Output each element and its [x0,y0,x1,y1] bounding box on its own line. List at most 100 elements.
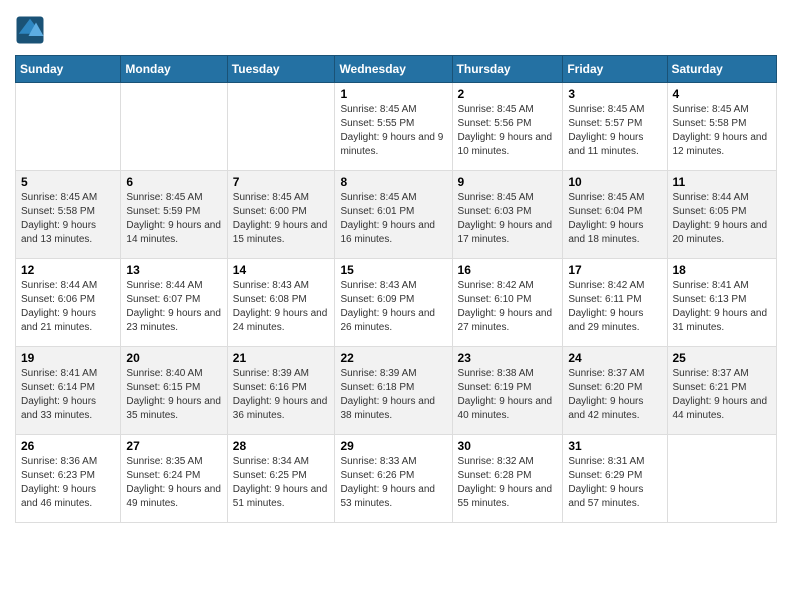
day-info: Sunrise: 8:42 AM Sunset: 6:10 PM Dayligh… [458,279,558,335]
day-info: Sunrise: 8:45 AM Sunset: 5:55 PM Dayligh… [340,103,446,159]
weekday-header-cell: Thursday [452,56,563,83]
calendar-cell [121,83,227,171]
day-info: Sunrise: 8:32 AM Sunset: 6:28 PM Dayligh… [458,455,558,511]
day-info: Sunrise: 8:36 AM Sunset: 6:23 PM Dayligh… [21,455,115,511]
weekday-header-cell: Monday [121,56,227,83]
day-number: 8 [340,175,446,189]
calendar-cell: 24Sunrise: 8:37 AM Sunset: 6:20 PM Dayli… [563,347,667,435]
calendar-cell: 28 Sunrise: 8:34 AM Sunset: 6:25 PM Dayli… [227,435,335,523]
calendar-cell: 6 Sunrise: 8:45 AM Sunset: 5:59 PM Daylig… [121,171,227,259]
calendar-cell: 11Sunrise: 8:44 AM Sunset: 6:05 PM Dayli… [667,171,777,259]
calendar-cell: 16 Sunrise: 8:42 AM Sunset: 6:10 PM Dayli… [452,259,563,347]
day-info: Sunrise: 8:44 AM Sunset: 6:05 PM Dayligh… [673,191,772,247]
header [15,15,777,45]
calendar-cell: 4 Sunrise: 8:45 AM Sunset: 5:58 PM Daylig… [667,83,777,171]
calendar-table: SundayMondayTuesdayWednesdayThursdayFrid… [15,55,777,523]
calendar-cell: 5 Sunrise: 8:45 AM Sunset: 5:58 PM Daylig… [16,171,121,259]
day-info: Sunrise: 8:39 AM Sunset: 6:18 PM Dayligh… [340,367,446,423]
day-info: Sunrise: 8:41 AM Sunset: 6:13 PM Dayligh… [673,279,772,335]
day-number: 2 [458,87,558,101]
day-info: Sunrise: 8:40 AM Sunset: 6:15 PM Dayligh… [126,367,221,423]
calendar-cell: 13 Sunrise: 8:44 AM Sunset: 6:07 PM Dayli… [121,259,227,347]
day-number: 20 [126,351,221,365]
calendar-cell: 26 Sunrise: 8:36 AM Sunset: 6:23 PM Dayli… [16,435,121,523]
calendar-cell: 21Sunrise: 8:39 AM Sunset: 6:16 PM Dayli… [227,347,335,435]
day-number: 15 [340,263,446,277]
day-info: Sunrise: 8:45 AM Sunset: 6:04 PM Dayligh… [568,191,661,247]
day-info: Sunrise: 8:31 AM Sunset: 6:29 PM Dayligh… [568,455,661,511]
calendar-week-row: 26 Sunrise: 8:36 AM Sunset: 6:23 PM Dayli… [16,435,777,523]
calendar-cell: 25 Sunrise: 8:37 AM Sunset: 6:21 PM Dayli… [667,347,777,435]
day-info: Sunrise: 8:44 AM Sunset: 6:07 PM Dayligh… [126,279,221,335]
day-number: 12 [21,263,115,277]
day-info: Sunrise: 8:45 AM Sunset: 6:01 PM Dayligh… [340,191,446,247]
day-info: Sunrise: 8:43 AM Sunset: 6:09 PM Dayligh… [340,279,446,335]
calendar-cell [227,83,335,171]
day-number: 13 [126,263,221,277]
calendar-cell: 27Sunrise: 8:35 AM Sunset: 6:24 PM Dayli… [121,435,227,523]
day-info: Sunrise: 8:45 AM Sunset: 5:57 PM Dayligh… [568,103,661,159]
day-number: 1 [340,87,446,101]
day-number: 29 [340,439,446,453]
logo [15,15,49,45]
day-info: Sunrise: 8:45 AM Sunset: 6:03 PM Dayligh… [458,191,558,247]
day-number: 27 [126,439,221,453]
weekday-header-cell: Wednesday [335,56,452,83]
weekday-header-row: SundayMondayTuesdayWednesdayThursdayFrid… [16,56,777,83]
calendar-week-row: 5 Sunrise: 8:45 AM Sunset: 5:58 PM Daylig… [16,171,777,259]
day-number: 19 [21,351,115,365]
calendar-cell: 3 Sunrise: 8:45 AM Sunset: 5:57 PM Daylig… [563,83,667,171]
day-info: Sunrise: 8:38 AM Sunset: 6:19 PM Dayligh… [458,367,558,423]
calendar-cell: 8 Sunrise: 8:45 AM Sunset: 6:01 PM Daylig… [335,171,452,259]
day-info: Sunrise: 8:44 AM Sunset: 6:06 PM Dayligh… [21,279,115,335]
calendar-cell: 17 Sunrise: 8:42 AM Sunset: 6:11 PM Dayli… [563,259,667,347]
weekday-header-cell: Saturday [667,56,777,83]
day-info: Sunrise: 8:45 AM Sunset: 6:00 PM Dayligh… [233,191,330,247]
day-info: Sunrise: 8:45 AM Sunset: 5:58 PM Dayligh… [673,103,772,159]
weekday-header-cell: Tuesday [227,56,335,83]
day-info: Sunrise: 8:42 AM Sunset: 6:11 PM Dayligh… [568,279,661,335]
calendar-week-row: 19Sunrise: 8:41 AM Sunset: 6:14 PM Dayli… [16,347,777,435]
calendar-cell: 18Sunrise: 8:41 AM Sunset: 6:13 PM Dayli… [667,259,777,347]
day-number: 23 [458,351,558,365]
day-number: 31 [568,439,661,453]
calendar-cell: 1 Sunrise: 8:45 AM Sunset: 5:55 PM Daylig… [335,83,452,171]
day-number: 5 [21,175,115,189]
day-info: Sunrise: 8:43 AM Sunset: 6:08 PM Dayligh… [233,279,330,335]
calendar-week-row: 12 Sunrise: 8:44 AM Sunset: 6:06 PM Dayli… [16,259,777,347]
calendar-cell: 10 Sunrise: 8:45 AM Sunset: 6:04 PM Dayli… [563,171,667,259]
calendar-cell: 23 Sunrise: 8:38 AM Sunset: 6:19 PM Dayli… [452,347,563,435]
day-info: Sunrise: 8:45 AM Sunset: 5:59 PM Dayligh… [126,191,221,247]
day-number: 14 [233,263,330,277]
day-info: Sunrise: 8:33 AM Sunset: 6:26 PM Dayligh… [340,455,446,511]
day-info: Sunrise: 8:37 AM Sunset: 6:20 PM Dayligh… [568,367,661,423]
day-info: Sunrise: 8:45 AM Sunset: 5:58 PM Dayligh… [21,191,115,247]
page-container: SundayMondayTuesdayWednesdayThursdayFrid… [0,0,792,533]
weekday-header-cell: Friday [563,56,667,83]
day-number: 3 [568,87,661,101]
calendar-week-row: 1 Sunrise: 8:45 AM Sunset: 5:55 PM Daylig… [16,83,777,171]
day-number: 16 [458,263,558,277]
day-info: Sunrise: 8:34 AM Sunset: 6:25 PM Dayligh… [233,455,330,511]
day-number: 6 [126,175,221,189]
calendar-cell: 14 Sunrise: 8:43 AM Sunset: 6:08 PM Dayli… [227,259,335,347]
calendar-cell: 12 Sunrise: 8:44 AM Sunset: 6:06 PM Dayli… [16,259,121,347]
day-info: Sunrise: 8:37 AM Sunset: 6:21 PM Dayligh… [673,367,772,423]
weekday-header-cell: Sunday [16,56,121,83]
calendar-cell: 2Sunrise: 8:45 AM Sunset: 5:56 PM Daylig… [452,83,563,171]
calendar-cell: 22 Sunrise: 8:39 AM Sunset: 6:18 PM Dayli… [335,347,452,435]
calendar-cell: 15 Sunrise: 8:43 AM Sunset: 6:09 PM Dayli… [335,259,452,347]
day-number: 30 [458,439,558,453]
calendar-cell: 31 Sunrise: 8:31 AM Sunset: 6:29 PM Dayli… [563,435,667,523]
day-number: 21 [233,351,330,365]
day-number: 10 [568,175,661,189]
day-number: 28 [233,439,330,453]
calendar-cell: 9 Sunrise: 8:45 AM Sunset: 6:03 PM Daylig… [452,171,563,259]
day-number: 26 [21,439,115,453]
day-number: 9 [458,175,558,189]
day-number: 17 [568,263,661,277]
day-number: 4 [673,87,772,101]
day-number: 25 [673,351,772,365]
day-number: 22 [340,351,446,365]
calendar-header: SundayMondayTuesdayWednesdayThursdayFrid… [16,56,777,83]
